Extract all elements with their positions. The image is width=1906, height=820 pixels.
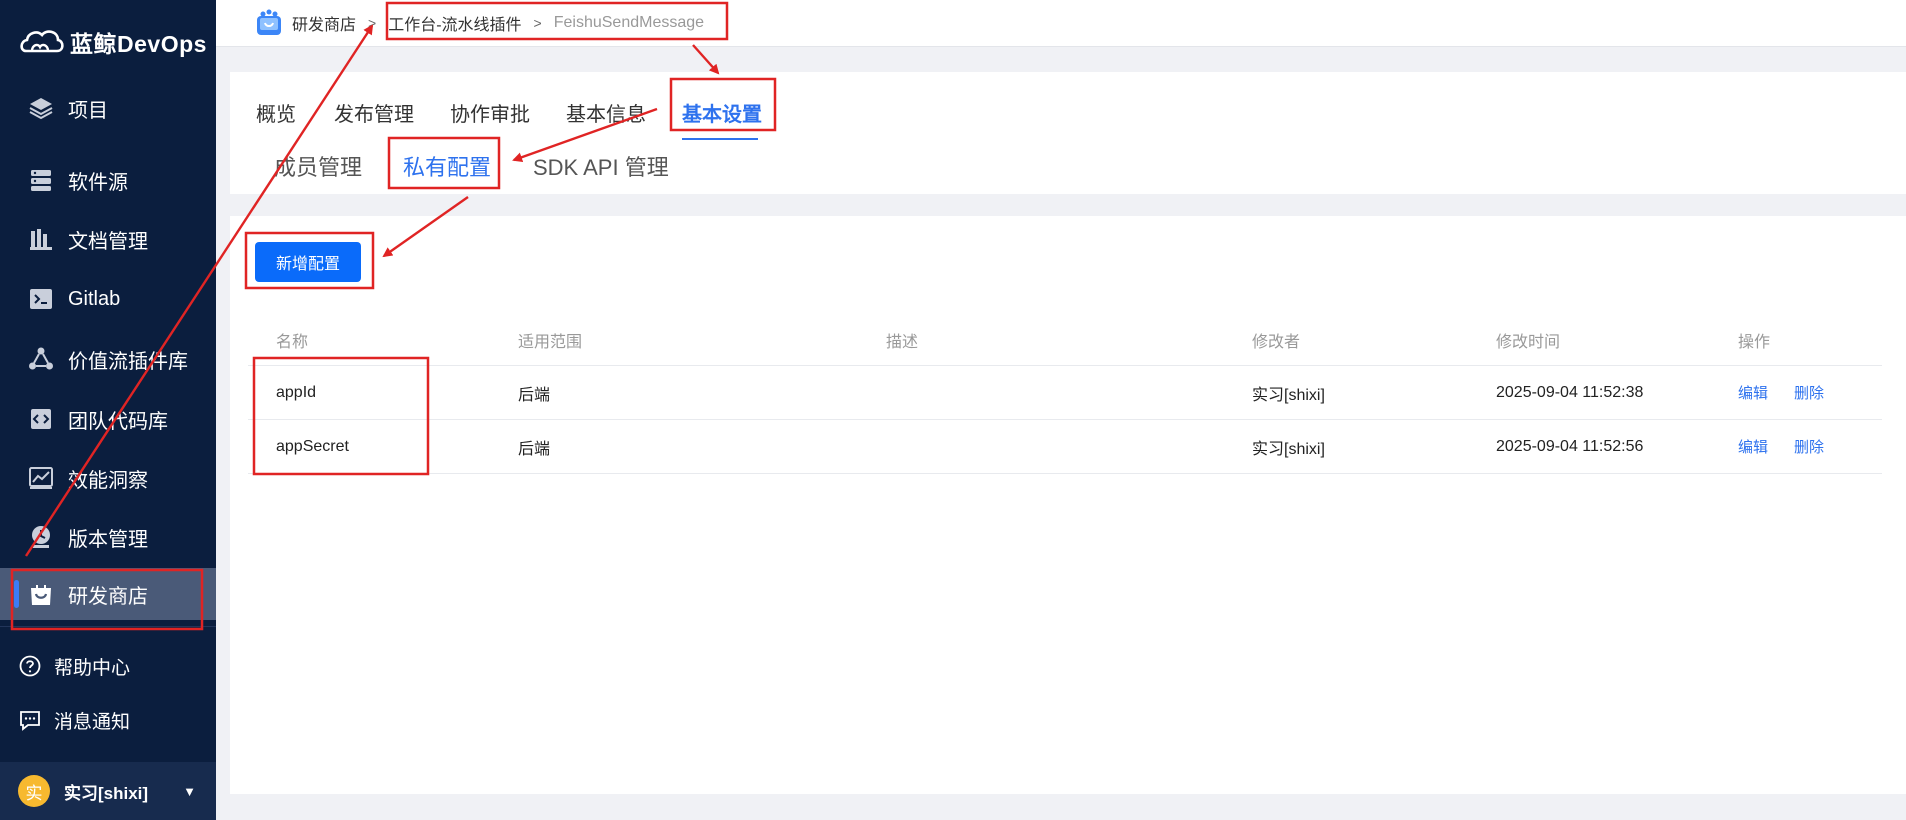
- brand-logo[interactable]: 蓝鲸DevOps: [18, 22, 207, 62]
- col-actions: 操作: [1738, 333, 1771, 351]
- terminal-icon: [30, 289, 52, 309]
- chevron-right-icon: >: [368, 15, 377, 31]
- sidebar-item-project[interactable]: 项目: [0, 82, 216, 134]
- sidebar-item-team-repo[interactable]: 团队代码库: [0, 393, 216, 445]
- util-item-label: 消息通知: [54, 711, 131, 733]
- util-item-label: 帮助中心: [54, 657, 131, 679]
- edit-link[interactable]: 编辑: [1738, 382, 1768, 403]
- breadcrumb-workbench[interactable]: 工作台-流水线插件: [388, 11, 521, 35]
- sidebar-item-label: 项目: [68, 99, 108, 122]
- caret-down-icon: ▼: [183, 783, 196, 799]
- sidebar-divider: [0, 626, 216, 627]
- chart-line-icon: [29, 467, 53, 489]
- version-icon: [32, 526, 50, 548]
- sidebar-item-label: 团队代码库: [68, 410, 168, 433]
- share-nodes-icon: [29, 347, 53, 370]
- docs-icon: [30, 229, 52, 250]
- message-icon: [20, 711, 40, 731]
- sidebar-item-label: 文档管理: [68, 230, 148, 253]
- sidebar-item-insight[interactable]: 效能洞察: [0, 452, 216, 504]
- cell-modified-time: 2025-09-04 11:52:56: [1496, 437, 1644, 455]
- col-modifier: 修改者: [1252, 333, 1301, 351]
- sidebar-item-dev-store[interactable]: 研发商店: [0, 568, 216, 620]
- cell-scope: 后端: [518, 386, 551, 404]
- col-scope: 适用范围: [518, 333, 583, 351]
- cell-actions: 编辑 删除: [1738, 366, 1850, 419]
- cell-name: appId: [276, 383, 317, 401]
- col-description: 描述: [886, 333, 919, 351]
- table-row: appId 后端 实习[shixi] 2025-09-04 11:52:38 编…: [248, 366, 1882, 420]
- sidebar-item-label: 版本管理: [68, 528, 148, 551]
- table-row: appSecret 后端 实习[shixi] 2025-09-04 11:52:…: [248, 420, 1882, 474]
- user-menu[interactable]: 实 实习[shixi] ▼: [0, 762, 216, 820]
- sidebar-item-label: 研发商店: [68, 585, 148, 608]
- server-icon: [31, 170, 51, 191]
- help-circle-icon: [19, 655, 41, 677]
- col-name: 名称: [276, 333, 309, 351]
- active-tab-indicator: [682, 138, 758, 140]
- sidebar-item-plugin-library[interactable]: 价值流插件库: [0, 333, 216, 385]
- arrow-to-basic-settings: [692, 44, 720, 75]
- dev-store-icon: [257, 9, 281, 35]
- shopping-bag-icon: [31, 585, 51, 605]
- subtab-members[interactable]: 成员管理: [274, 146, 362, 186]
- breadcrumb: 研发商店 > 工作台-流水线插件 > FeishuSendMessage: [216, 0, 1906, 47]
- cell-name: appSecret: [276, 437, 349, 455]
- breadcrumb-root[interactable]: 研发商店: [292, 11, 356, 35]
- chevron-right-icon: >: [533, 15, 542, 31]
- cell-modifier: 实习[shixi]: [1252, 386, 1325, 404]
- sidebar-messages[interactable]: 消息通知: [0, 698, 216, 742]
- tab-basic-info[interactable]: 基本信息: [566, 90, 646, 134]
- sidebar: 蓝鲸DevOps 项目 软件源 文档管理 Gitlab 价值流插件库 团队代码库…: [0, 0, 216, 820]
- cell-scope: 后端: [518, 440, 551, 458]
- sidebar-item-artifacts[interactable]: 软件源: [0, 154, 216, 206]
- sidebar-help-center[interactable]: 帮助中心: [0, 644, 216, 688]
- cell-modifier: 实习[shixi]: [1252, 440, 1325, 458]
- user-name: 实习[shixi]: [64, 783, 149, 803]
- sidebar-item-label: 价值流插件库: [68, 350, 188, 373]
- subtab-private-config[interactable]: 私有配置: [403, 146, 491, 186]
- tab-release[interactable]: 发布管理: [334, 90, 414, 134]
- edit-link[interactable]: 编辑: [1738, 436, 1768, 457]
- sidebar-item-label: 软件源: [68, 171, 128, 194]
- brand-name: 蓝鲸DevOps: [70, 31, 207, 57]
- sidebar-item-version[interactable]: 版本管理: [0, 511, 216, 563]
- sidebar-item-docs[interactable]: 文档管理: [0, 213, 216, 265]
- settings-tabs-panel: 概览 发布管理 协作审批 基本信息 基本设置 成员管理 私有配置 SDK API…: [230, 72, 1906, 194]
- subtab-sdk-api[interactable]: SDK API 管理: [533, 146, 669, 186]
- sidebar-item-label: 效能洞察: [68, 469, 148, 492]
- sidebar-item-label: Gitlab: [68, 287, 121, 310]
- breadcrumb-current: FeishuSendMessage: [553, 14, 705, 31]
- tab-overview[interactable]: 概览: [256, 90, 296, 134]
- layers-icon: [29, 98, 53, 120]
- private-config-panel: 新增配置 名称 适用范围 描述 修改者 修改时间 操作 appId 后端 实习[…: [230, 216, 1906, 794]
- tab-basic-settings[interactable]: 基本设置: [682, 90, 762, 134]
- delete-link[interactable]: 删除: [1794, 436, 1824, 457]
- add-config-button[interactable]: 新增配置: [255, 242, 361, 282]
- sidebar-item-gitlab[interactable]: Gitlab: [0, 273, 216, 325]
- col-modified-time: 修改时间: [1496, 333, 1561, 351]
- cell-modified-time: 2025-09-04 11:52:38: [1496, 383, 1644, 401]
- code-icon: [31, 409, 51, 429]
- delete-link[interactable]: 删除: [1794, 382, 1824, 403]
- table-header: 名称 适用范围 描述 修改者 修改时间 操作: [248, 314, 1882, 366]
- config-table: 名称 适用范围 描述 修改者 修改时间 操作 appId 后端 实习[shixi…: [248, 314, 1882, 474]
- tab-approval[interactable]: 协作审批: [450, 90, 530, 134]
- bluewhale-logo-icon: [20, 30, 64, 53]
- cell-actions: 编辑 删除: [1738, 420, 1850, 473]
- avatar: 实: [18, 775, 50, 807]
